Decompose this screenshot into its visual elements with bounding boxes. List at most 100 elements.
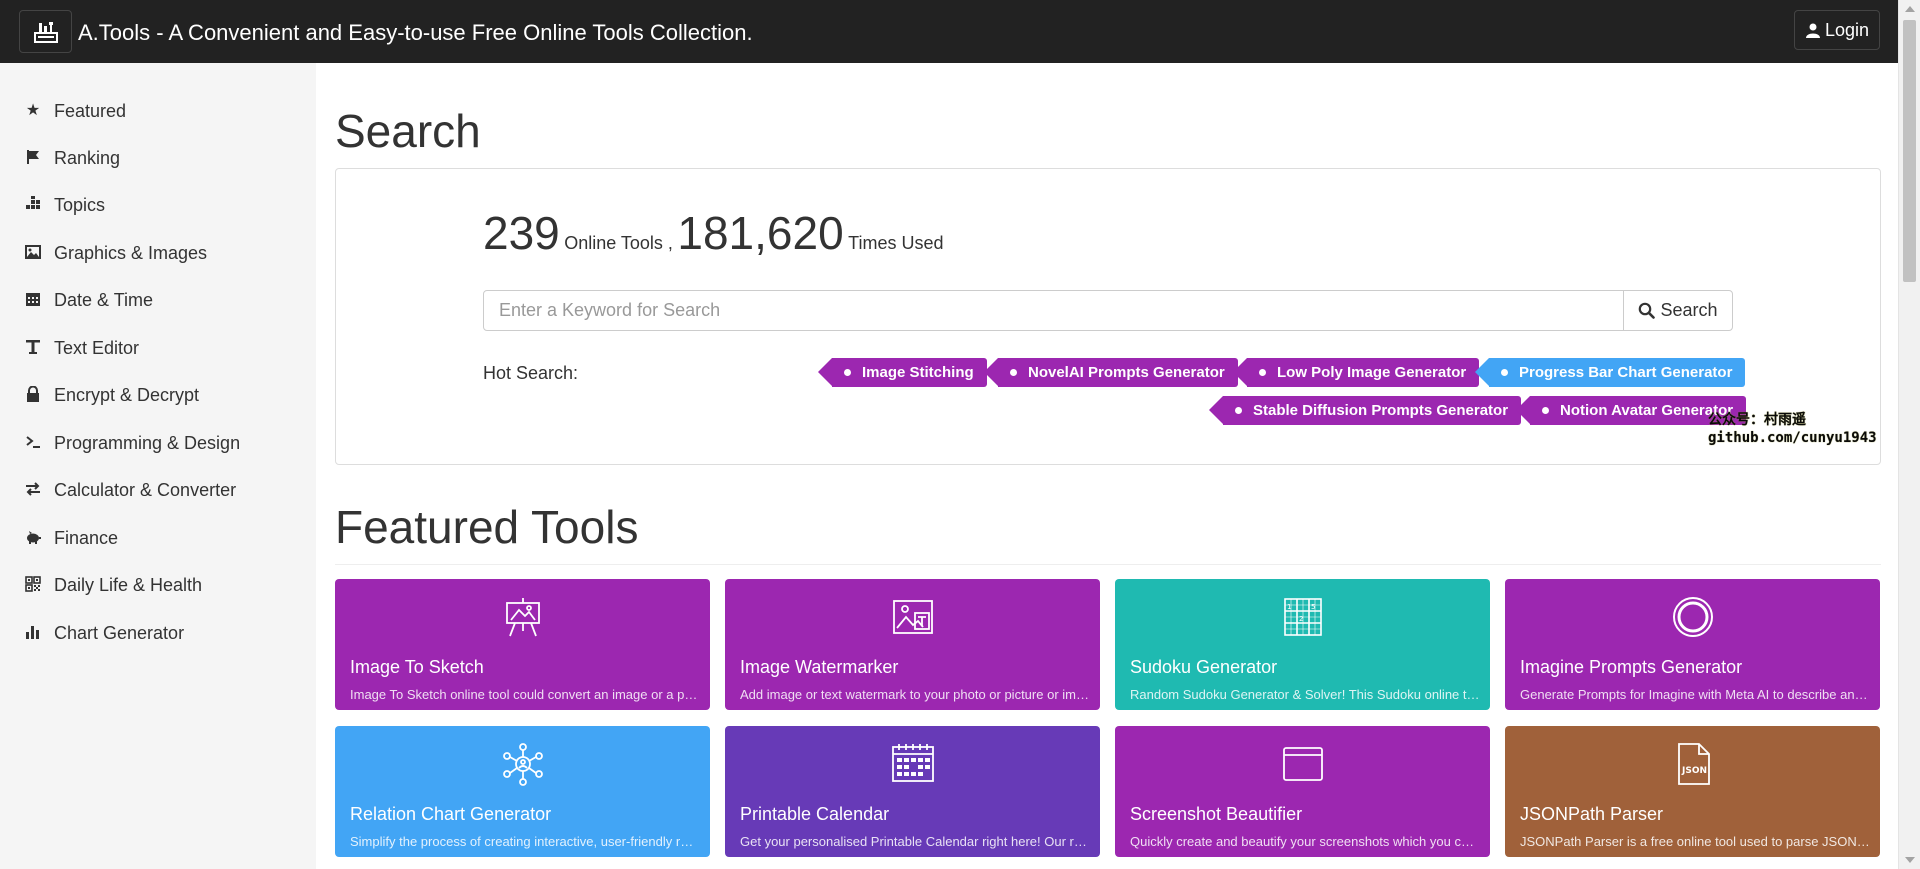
tool-card-printable-calendar[interactable]: Printable Calendar Get your personalised… xyxy=(725,726,1100,857)
terminal-icon xyxy=(24,433,42,451)
sidebar-item-label: Finance xyxy=(54,528,119,548)
sidebar-item-label: Encrypt & Decrypt xyxy=(54,385,200,405)
tool-card-description: Generate Prompts for Imagine with Meta A… xyxy=(1520,687,1870,702)
featured-tools-heading: Featured Tools xyxy=(335,501,639,553)
tool-card-image-watermarker[interactable]: Image Watermarker Add image or text wate… xyxy=(725,579,1100,710)
watermark-line: 公众号：村雨遥 xyxy=(1708,412,1806,428)
tool-card-description: Quickly create and beautify your screens… xyxy=(1130,834,1480,849)
scroll-down-arrow-icon[interactable] xyxy=(1905,857,1915,863)
sidebar-item-label: Daily Life & Health xyxy=(54,575,203,595)
tools-label: Online Tools , xyxy=(564,233,673,253)
star-icon: ★ xyxy=(25,102,41,119)
scroll-up-arrow-icon[interactable] xyxy=(1905,6,1915,12)
hot-tag-stable-diffusion-prompts-generator[interactable]: Stable Diffusion Prompts Generator xyxy=(1208,396,1522,425)
sidebar-item-label: Chart Generator xyxy=(54,623,185,643)
watermark-text: 公众号：村雨遥 github.com/cunyu1943 xyxy=(1708,411,1877,447)
tool-card-sudoku-generator[interactable]: 1 52 Sudoku Generator Random Sudoku Gener… xyxy=(1115,579,1490,710)
sidebar-item-ranking[interactable]: Ranking xyxy=(0,140,316,176)
tool-card-title: Screenshot Beautifier xyxy=(1130,804,1303,824)
piggy-bank-icon xyxy=(24,528,42,546)
user-icon xyxy=(1805,23,1820,38)
sidebar-item-label: Calculator & Converter xyxy=(54,480,237,500)
sidebar-item-label: Graphics & Images xyxy=(54,243,208,263)
json-file-icon: JSON xyxy=(1678,743,1710,785)
hot-tag-label: NovelAI Prompts Generator xyxy=(1028,364,1225,381)
tool-card-imagine-prompts-generator[interactable]: Imagine Prompts Generator Generate Promp… xyxy=(1505,579,1880,710)
section-divider xyxy=(335,564,1881,565)
calendar-grid-icon xyxy=(892,744,934,782)
svg-text:5: 5 xyxy=(1311,603,1315,611)
sidebar-item-topics[interactable]: Topics xyxy=(0,187,316,223)
svg-text:1: 1 xyxy=(1287,603,1291,611)
watermark-line: github.com/cunyu1943 xyxy=(1708,430,1877,446)
tool-card-image-to-sketch[interactable]: Image To Sketch Image To Sketch online t… xyxy=(335,579,710,710)
tool-card-description: Get your personalised Printable Calendar… xyxy=(740,834,1090,849)
login-label: Login xyxy=(1824,19,1869,40)
sidebar-item-text-editor[interactable]: Text Editor xyxy=(0,330,316,366)
sidebar-item-programming-design[interactable]: Programming & Design xyxy=(0,425,316,461)
tools-count: 239 xyxy=(483,207,560,259)
hot-search-label: Hot Search: xyxy=(483,363,579,383)
app-title[interactable]: A.Tools - A Convenient and Easy-to-use F… xyxy=(78,20,753,46)
grid-dots-icon xyxy=(24,195,42,213)
swap-arrows-icon xyxy=(24,480,42,498)
calendar-icon xyxy=(24,290,42,308)
sidebar-item-graphics-images[interactable]: Graphics & Images xyxy=(0,235,316,271)
search-button[interactable]: Search xyxy=(1623,290,1733,331)
sidebar-item-finance[interactable]: Finance xyxy=(0,520,316,556)
bar-chart-icon xyxy=(24,623,42,641)
sidebar: ★ Featured Ranking Topics Graphics & Ima… xyxy=(0,63,316,869)
hot-tag-image-stitching[interactable]: Image Stitching xyxy=(818,358,987,387)
sidebar-item-calculator-converter[interactable]: Calculator & Converter xyxy=(0,472,316,508)
qr-code-icon xyxy=(24,575,42,593)
scrollbar-thumb[interactable] xyxy=(1903,20,1916,282)
image-text-icon xyxy=(893,600,933,634)
svg-text:JSON: JSON xyxy=(1681,766,1707,776)
flag-icon xyxy=(24,148,42,166)
search-input[interactable] xyxy=(483,290,1624,331)
lock-icon xyxy=(24,385,42,403)
top-navbar: A.Tools - A Convenient and Easy-to-use F… xyxy=(0,0,1898,63)
tool-card-title: Image To Sketch xyxy=(350,657,484,677)
tool-card-jsonpath-parser[interactable]: JSON JSONPath Parser JSONPath Parser is … xyxy=(1505,726,1880,857)
sidebar-item-label: Programming & Design xyxy=(54,433,241,453)
sidebar-item-label: Topics xyxy=(54,195,106,215)
usage-stats: 239 Online Tools , 181,620 Times Used xyxy=(483,206,943,260)
tool-card-description: Simplify the process of creating interac… xyxy=(350,834,700,849)
browser-window-icon xyxy=(1283,747,1323,781)
sidebar-item-daily-life-health[interactable]: Daily Life & Health xyxy=(0,567,316,603)
search-heading: Search xyxy=(335,105,481,157)
tool-card-description: Image To Sketch online tool could conver… xyxy=(350,687,700,702)
network-nodes-icon xyxy=(503,743,543,786)
times-label: Times Used xyxy=(848,233,944,253)
page-scrollbar[interactable] xyxy=(1898,0,1920,869)
hot-tag-label: Low Poly Image Generator xyxy=(1277,364,1467,381)
search-icon xyxy=(1639,302,1656,319)
hot-tag-progress-bar-chart-generator[interactable]: Progress Bar Chart Generator xyxy=(1474,358,1746,387)
svg-text:2: 2 xyxy=(1299,615,1303,623)
hot-tag-novelai-prompts-generator[interactable]: NovelAI Prompts Generator xyxy=(984,358,1238,387)
tool-card-title: Printable Calendar xyxy=(740,804,890,824)
sidebar-item-chart-generator[interactable]: Chart Generator xyxy=(0,615,316,651)
times-count: 181,620 xyxy=(677,207,844,259)
sidebar-item-label: Date & Time xyxy=(54,290,154,310)
sidebar-item-label: Featured xyxy=(54,101,127,121)
hot-tag-label: Image Stitching xyxy=(862,364,974,381)
hot-tag-label: Stable Diffusion Prompts Generator xyxy=(1253,402,1509,419)
toolbox-logo-icon[interactable] xyxy=(19,10,72,53)
search-button-label: Search xyxy=(1660,300,1718,320)
image-icon xyxy=(24,243,42,261)
text-icon xyxy=(24,338,42,356)
tool-card-title: Image Watermarker xyxy=(740,657,899,677)
sidebar-item-date-time[interactable]: Date & Time xyxy=(0,282,316,318)
sidebar-item-label: Ranking xyxy=(54,148,121,168)
hot-tag-low-poly-image-generator[interactable]: Low Poly Image Generator xyxy=(1232,358,1480,387)
tool-card-relation-chart-generator[interactable]: Relation Chart Generator Simplify the pr… xyxy=(335,726,710,857)
tool-card-description: Random Sudoku Generator & Solver! This S… xyxy=(1130,687,1480,702)
login-button[interactable]: Login xyxy=(1793,10,1880,50)
sidebar-item-featured[interactable]: ★ Featured xyxy=(0,93,316,129)
tool-card-description: JSONPath Parser is a free online tool us… xyxy=(1520,834,1870,849)
sidebar-item-encrypt-decrypt[interactable]: Encrypt & Decrypt xyxy=(0,377,316,413)
tool-card-description: Add image or text watermark to your phot… xyxy=(740,687,1090,702)
tool-card-screenshot-beautifier[interactable]: Screenshot Beautifier Quickly create and… xyxy=(1115,726,1490,857)
